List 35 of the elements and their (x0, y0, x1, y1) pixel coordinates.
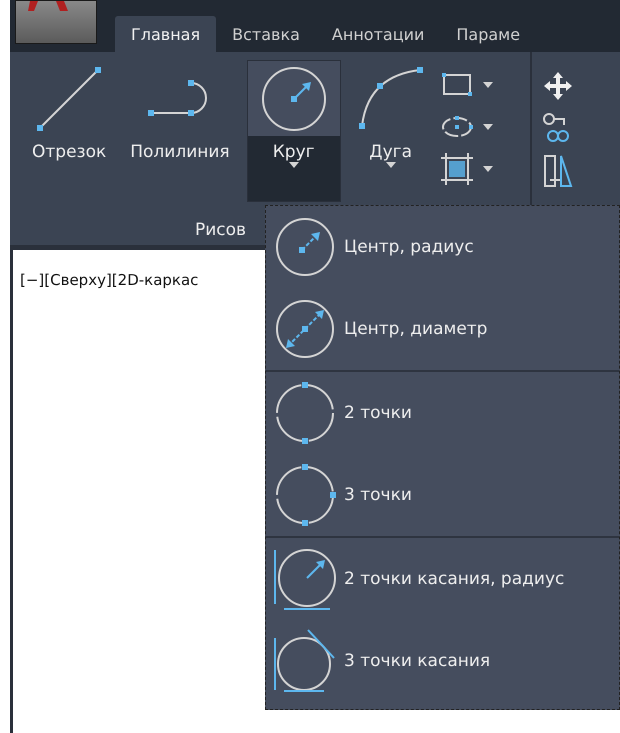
caret-icon (288, 162, 299, 168)
mirror-icon[interactable] (542, 154, 574, 188)
menu-item[interactable]: 3 точки касания (266, 620, 619, 702)
tool-label: Отрезок (32, 142, 106, 162)
line-icon (36, 66, 102, 132)
ellipse-icon (440, 115, 473, 139)
circle-icon (260, 66, 327, 132)
tool-button[interactable]: Круг (246, 60, 341, 202)
caret-icon (482, 166, 493, 172)
tool-label: Дуга (369, 142, 412, 162)
tool-button[interactable]: Дуга (350, 60, 431, 202)
menu-item[interactable]: Центр, радиус (266, 206, 619, 288)
tangent-circle-icon (272, 546, 338, 612)
tool-label: Полилиния (130, 142, 230, 162)
application-button[interactable] (15, 0, 97, 44)
menu-item[interactable]: 2 точки касания, радиус (266, 538, 619, 620)
caret-icon (482, 82, 493, 88)
menu-item[interactable]: 2 точки (266, 372, 619, 454)
move-icon[interactable] (542, 70, 574, 102)
caret-icon (482, 124, 493, 130)
panel-title: Рисов (194, 220, 248, 240)
menu-item[interactable]: 3 точки (266, 454, 619, 536)
viewport-label[interactable]: [−][Сверху][2D-каркас (20, 271, 198, 289)
arc-icon (358, 66, 424, 132)
ribbon-tab[interactable]: Главная (115, 16, 216, 52)
tool-button[interactable]: Полилиния (123, 60, 237, 202)
caret-icon (386, 162, 396, 168)
tool-button[interactable]: Отрезок (25, 60, 114, 202)
menu-item[interactable]: Центр, диаметр (266, 288, 619, 370)
ribbon-tab[interactable]: Аннотации (316, 16, 440, 52)
hatch-icon (440, 153, 473, 185)
rectangle-icon (440, 72, 473, 98)
tool-label: Круг (272, 142, 315, 162)
ribbon-tab[interactable]: Параме (440, 16, 536, 52)
ribbon-tab[interactable]: Вставка (216, 16, 316, 52)
